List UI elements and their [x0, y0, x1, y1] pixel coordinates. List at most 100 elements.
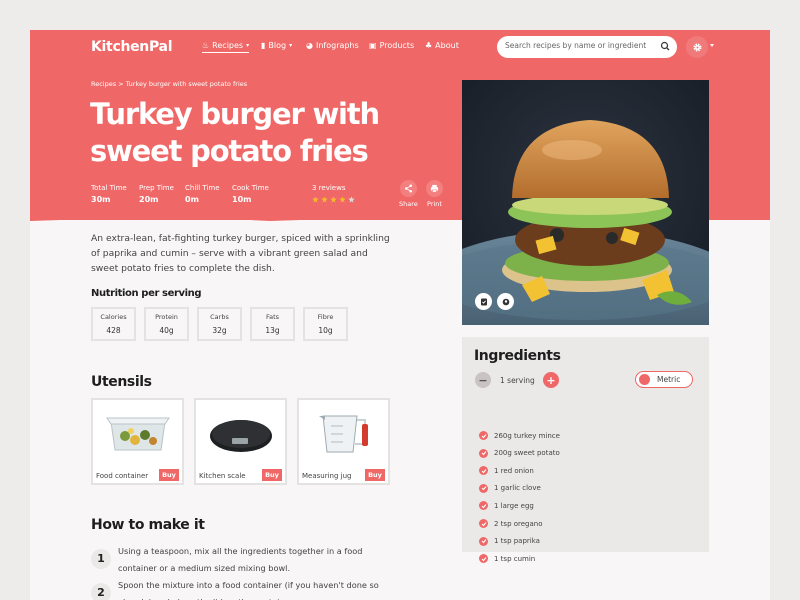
- stat-value: 10m: [232, 195, 252, 204]
- ingredient-item[interactable]: 1 tsp paprika: [479, 536, 540, 546]
- pin-recipe-button[interactable]: [497, 293, 514, 310]
- share-icon: [399, 180, 417, 197]
- ingredient-item[interactable]: 1 red onion: [479, 466, 534, 476]
- buy-button[interactable]: Buy: [365, 469, 385, 481]
- nutrition-label: Fats: [265, 313, 280, 321]
- star-icon: [312, 196, 319, 203]
- buy-button[interactable]: Buy: [262, 469, 282, 481]
- step-number: 2: [91, 583, 111, 600]
- nutrition-fibre: Fibre 10g: [303, 307, 348, 341]
- increase-servings-button[interactable]: +: [543, 372, 559, 388]
- book-icon: ▮: [261, 41, 266, 50]
- recipe-page: KitchenPal ♨ Recipes ▾ ▮ Blog ▾ ◕ Infogr…: [30, 30, 770, 600]
- check-icon: [479, 466, 488, 476]
- ingredient-item[interactable]: 1 large egg: [479, 501, 534, 511]
- star-icon: [339, 196, 346, 203]
- nutrition-value: 13g: [265, 326, 280, 335]
- ingredient-label: 260g turkey mince: [494, 431, 560, 440]
- check-icon: [479, 448, 488, 458]
- servings-count: 1 serving: [500, 376, 535, 385]
- utensil-card[interactable]: Food container Buy: [91, 398, 184, 485]
- star-rating: [312, 196, 355, 203]
- utensils-heading: Utensils: [91, 374, 152, 390]
- total-time: Total Time 30m: [91, 184, 127, 204]
- buy-button[interactable]: Buy: [159, 469, 179, 481]
- utensil-card[interactable]: Measuring jug Buy: [297, 398, 390, 485]
- nutrition-label: Carbs: [210, 313, 229, 321]
- food-container-image: [93, 400, 182, 465]
- share-button[interactable]: Share: [399, 180, 418, 208]
- nav-blog[interactable]: ▮ Blog ▾: [261, 41, 292, 50]
- people-icon: ♣: [425, 41, 433, 50]
- unit-toggle[interactable]: Metric: [635, 371, 693, 388]
- ingredient-item[interactable]: 200g sweet potato: [479, 448, 560, 458]
- search-icon[interactable]: [660, 41, 670, 51]
- nutrition-value: 32g: [212, 326, 227, 335]
- step-text: Spoon the mixture into a food container …: [118, 580, 379, 600]
- plus-icon: +: [546, 373, 556, 387]
- print-label: Print: [427, 200, 442, 208]
- top-navigation: KitchenPal ♨ Recipes ▾ ▮ Blog ▾ ◕ Infogr…: [30, 30, 770, 66]
- chill-time: Chill Time 0m: [185, 184, 220, 204]
- chevron-down-icon[interactable]: [710, 44, 714, 47]
- recipe-intro: An extra-lean, fat-fighting turkey burge…: [91, 233, 390, 274]
- method-heading: How to make it: [91, 517, 205, 533]
- stat-value: 30m: [91, 195, 111, 204]
- step-text: Using a teaspoon, mix all the ingredient…: [118, 546, 363, 573]
- check-icon: [479, 536, 488, 546]
- nutrition-heading: Nutrition per serving: [91, 288, 202, 299]
- nutrition-value: 40g: [159, 326, 174, 335]
- nutrition-label: Fibre: [317, 313, 334, 321]
- nutrition-label: Protein: [155, 313, 178, 321]
- cook-time: Cook Time 10m: [232, 184, 269, 204]
- nav-infographs[interactable]: ◕ Infographs: [306, 41, 359, 50]
- review-count[interactable]: 3 reviews: [312, 184, 355, 192]
- check-icon: [479, 431, 488, 440]
- nutrition-value: 428: [106, 326, 121, 335]
- breadcrumb[interactable]: Recipes > Turkey burger with sweet potat…: [91, 80, 247, 88]
- utensil-label: Measuring jug: [302, 472, 352, 480]
- star-icon: [348, 196, 355, 203]
- ingredient-label: 1 tsp paprika: [494, 537, 540, 546]
- bookmark-check-icon: [480, 298, 487, 305]
- page-title: Turkey burger with sweet potato fries: [90, 97, 380, 168]
- nutrition-label: Calories: [100, 313, 127, 321]
- settings-button[interactable]: [686, 36, 708, 58]
- ingredient-item[interactable]: 260g turkey mince: [479, 431, 560, 440]
- check-icon: [479, 554, 488, 564]
- chef-hat-icon: ♨: [202, 41, 210, 50]
- star-icon: [321, 196, 328, 203]
- measuring-jug-image: [299, 400, 388, 465]
- ingredient-label: 1 garlic clove: [494, 484, 541, 493]
- nav-recipes[interactable]: ♨ Recipes ▾: [202, 41, 250, 53]
- ingredient-item[interactable]: 1 garlic clove: [479, 483, 541, 493]
- decrease-servings-button[interactable]: −: [475, 372, 491, 388]
- search-input[interactable]: [505, 41, 655, 50]
- nutrition-protein: Protein 40g: [144, 307, 189, 341]
- nav-products[interactable]: ▣ Products: [369, 41, 414, 50]
- utensil-card[interactable]: Kitchen scale Buy: [194, 398, 287, 485]
- nav-about[interactable]: ♣ About: [425, 41, 459, 50]
- utensil-label: Food container: [96, 472, 149, 480]
- star-icon: [330, 196, 337, 203]
- nutrition-fats: Fats 13g: [250, 307, 295, 341]
- stat-value: 0m: [185, 195, 199, 204]
- chart-icon: ◕: [306, 41, 313, 50]
- toggle-knob: [639, 374, 650, 385]
- gear-icon: [692, 42, 702, 52]
- pin-icon: [502, 298, 509, 305]
- bag-icon: ▣: [369, 41, 377, 50]
- nav-recipes-label: Recipes: [212, 41, 244, 50]
- stat-label: Cook Time: [232, 184, 269, 192]
- save-recipe-button[interactable]: [475, 293, 492, 310]
- logo[interactable]: KitchenPal: [91, 39, 173, 55]
- nav-products-label: Products: [379, 41, 415, 50]
- ingredient-item[interactable]: 2 tsp oregano: [479, 519, 543, 528]
- ingredient-item[interactable]: 1 tsp cumin: [479, 554, 536, 564]
- recipe-photo: [462, 80, 709, 325]
- ingredient-label: 1 red onion: [494, 466, 534, 475]
- ingredient-label: 2 tsp oregano: [494, 519, 543, 528]
- reviews[interactable]: 3 reviews: [312, 184, 355, 203]
- ingredient-label: 1 tsp cumin: [494, 554, 536, 563]
- print-button[interactable]: Print: [426, 180, 443, 208]
